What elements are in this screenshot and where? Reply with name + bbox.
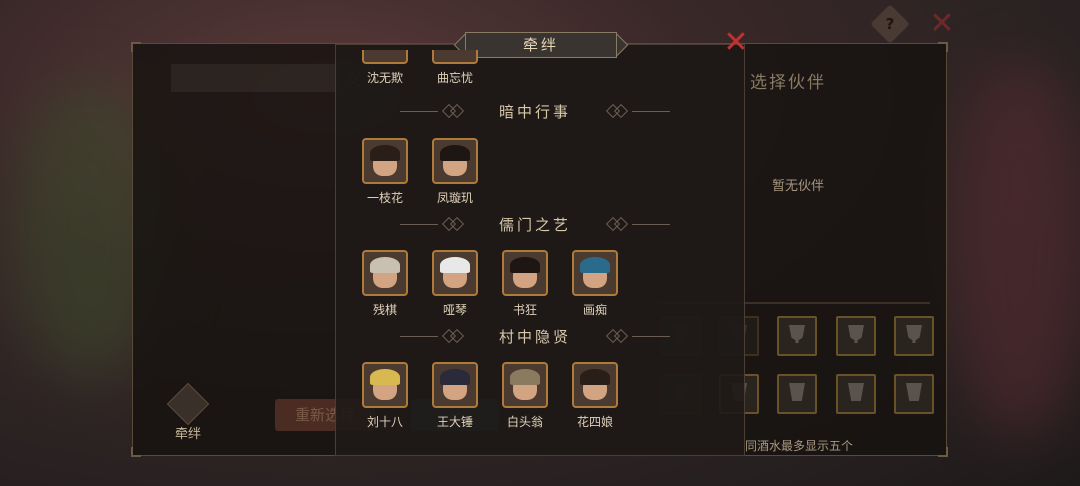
left-header-bar (171, 64, 341, 92)
cup-icon (789, 383, 805, 401)
hero-card[interactable]: 书狂 (495, 250, 555, 318)
section-header: 儒门之艺 (400, 214, 670, 236)
section-header: 村中隐贤 (400, 326, 670, 348)
hero-portrait (572, 362, 618, 408)
hero-name: 曲忘忧 (436, 71, 473, 85)
hero-card[interactable]: 凤璇玑 (425, 138, 485, 206)
drink-slot[interactable] (836, 374, 876, 414)
cup-icon (906, 383, 922, 401)
hero-card[interactable]: 残棋 (355, 250, 415, 318)
hero-name: 王大锤 (436, 415, 473, 429)
hero-card[interactable]: 白头翁 (495, 362, 555, 430)
hero-name: 花四娘 (576, 415, 613, 429)
close-icon[interactable]: ✕ (926, 8, 958, 40)
section-label: 村中隐贤 (498, 328, 571, 346)
hero-hair (440, 257, 470, 273)
hero-name: 凤璇玑 (436, 191, 473, 205)
no-partner-text: 暂无伙伴 (771, 179, 824, 194)
bond-tab[interactable]: 牵绊 (159, 382, 217, 442)
hero-name: 画痴 (582, 303, 607, 317)
section-label: 儒门之艺 (498, 216, 571, 234)
hero-card[interactable]: 一枝花 (355, 138, 415, 206)
hero-card[interactable]: 沈无欺 (355, 50, 415, 86)
drink-slot[interactable] (894, 374, 934, 414)
hero-portrait (432, 362, 478, 408)
hero-name: 白头翁 (506, 415, 543, 429)
hero-hair (370, 257, 400, 273)
hero-portrait (362, 50, 408, 64)
drink-slot[interactable] (777, 316, 817, 356)
hero-portrait (432, 250, 478, 296)
bond-icon (166, 382, 210, 426)
cup-icon (848, 325, 864, 343)
hero-name: 一枝花 (366, 191, 403, 205)
frame-corner (938, 42, 948, 52)
select-partner-title: 选择伙伴 (750, 73, 826, 93)
hero-hair (580, 257, 610, 273)
hero-portrait (362, 250, 408, 296)
drink-slot[interactable] (894, 316, 934, 356)
hero-hair (510, 257, 540, 273)
hero-card[interactable]: 花四娘 (565, 362, 625, 430)
hero-portrait (362, 138, 408, 184)
hero-card[interactable]: 王大锤 (425, 362, 485, 430)
hero-name: 沈无欺 (366, 71, 403, 85)
hero-portrait (502, 250, 548, 296)
hero-hair (440, 369, 470, 385)
hero-portrait (432, 50, 478, 64)
cup-icon (906, 325, 922, 343)
cup-icon (789, 325, 805, 343)
hero-name: 书狂 (512, 303, 537, 317)
hero-card[interactable]: 画痴 (565, 250, 625, 318)
hero-portrait (362, 362, 408, 408)
hero-name: 哑琴 (442, 303, 467, 317)
hero-card[interactable]: 哑琴 (425, 250, 485, 318)
hero-name: 残棋 (372, 303, 397, 317)
drink-slot[interactable] (836, 316, 876, 356)
hero-hair (370, 369, 400, 385)
cup-icon (848, 383, 864, 401)
drink-slot[interactable] (777, 374, 817, 414)
hero-portrait (432, 138, 478, 184)
hero-hair (440, 145, 470, 161)
hero-name: 刘十八 (366, 415, 403, 429)
help-icon[interactable]: ? (870, 4, 910, 44)
hero-portrait (572, 250, 618, 296)
bond-tab-label: 牵绊 (174, 427, 201, 442)
background-foliage-right (950, 60, 1080, 440)
bond-panel-close-icon[interactable]: ✕ (720, 27, 752, 59)
section-header: 暗中行事 (400, 101, 670, 123)
frame-corner (131, 447, 141, 457)
frame-corner (938, 447, 948, 457)
section-label: 暗中行事 (498, 103, 571, 121)
hero-portrait (502, 362, 548, 408)
hero-hair (580, 369, 610, 385)
hero-hair (370, 145, 400, 161)
hero-card[interactable]: 曲忘忧 (425, 50, 485, 86)
drink-limit-note: 同酒水最多显示五个 (745, 439, 854, 453)
frame-corner (131, 42, 141, 52)
hero-card[interactable]: 刘十八 (355, 362, 415, 430)
hero-hair (510, 369, 540, 385)
